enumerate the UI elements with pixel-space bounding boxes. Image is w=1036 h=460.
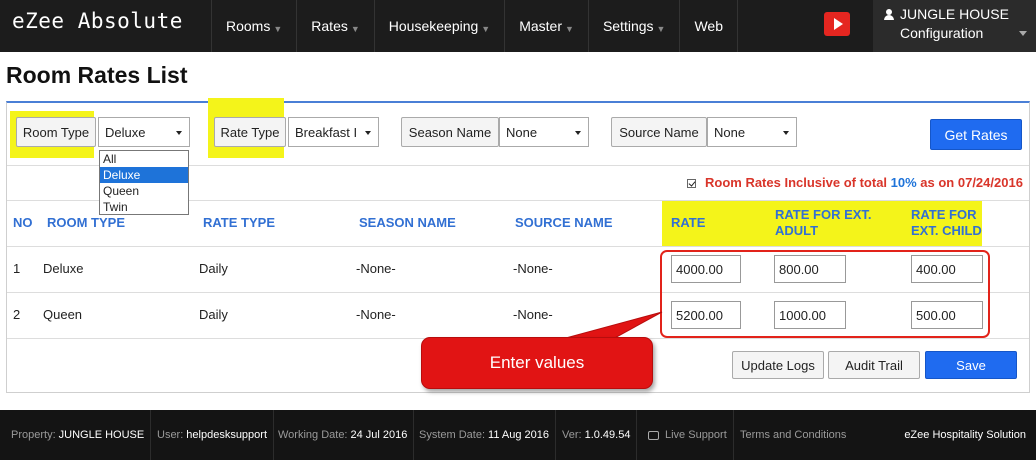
callout-pointer: [539, 311, 663, 369]
callout-enter-values: Enter values: [421, 337, 653, 389]
